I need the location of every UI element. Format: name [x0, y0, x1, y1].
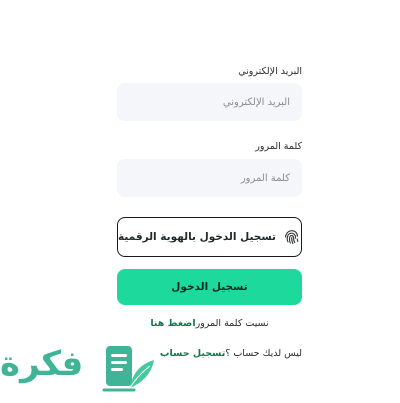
forgot-password-link[interactable]: اضغط هنا: [150, 318, 195, 329]
watermark-logo: فكرة: [0, 340, 160, 400]
signup-text: ليس لديك حساب ؟: [225, 348, 302, 359]
email-label: البريد الإلكتروني: [238, 66, 302, 77]
signup-link[interactable]: تسجيل حساب: [160, 348, 225, 359]
email-field[interactable]: [117, 83, 302, 121]
digital-id-label: تسجيل الدخول بالهوية الرقمية: [118, 231, 276, 243]
login-button[interactable]: تسجيل الدخول: [117, 269, 302, 305]
forgot-password-text: نسيت كلمة المرور: [195, 318, 269, 329]
watermark-text: فكرة: [0, 344, 84, 384]
password-field[interactable]: [117, 159, 302, 197]
forgot-password-row: نسيت كلمة المروراضغط هنا: [117, 318, 302, 329]
fingerprint-icon: [284, 230, 299, 245]
document-leaf-icon: [102, 346, 154, 392]
login-page: البريد الإلكتروني كلمة المرور تسجيل الدخ…: [0, 0, 400, 403]
digital-id-login-button[interactable]: تسجيل الدخول بالهوية الرقمية: [117, 217, 302, 257]
password-label: كلمة المرور: [255, 141, 302, 152]
